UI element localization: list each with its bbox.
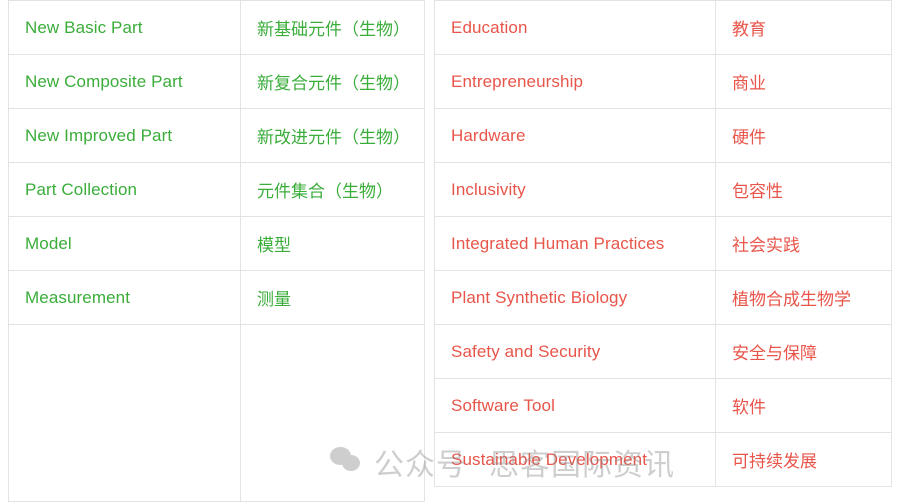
cell-text-zh: 新改进元件（生物） (257, 128, 410, 148)
right-table-container: Education 教育 Entrepreneurship 商业 Hardwar… (434, 0, 892, 487)
cell-text-zh: 硬件 (732, 128, 766, 148)
left-table-body: New Basic Part 新基础元件（生物） New Composite P… (8, 0, 425, 502)
cell-text-en: Sustainable Development (451, 449, 648, 469)
category-name-en: New Basic Part (8, 0, 241, 55)
category-name-en: New Improved Part (8, 108, 241, 163)
cell-text-en: New Basic Part (25, 17, 143, 37)
table-row-empty (8, 324, 425, 502)
category-name-zh: 植物合成生物学 (715, 270, 892, 325)
cell-text-zh: 社会实践 (732, 236, 800, 256)
category-name-zh: 模型 (240, 216, 425, 271)
category-name-en: Plant Synthetic Biology (434, 270, 716, 325)
table-row[interactable]: Part Collection 元件集合（生物） (8, 162, 425, 217)
table-row[interactable]: Sustainable Development 可持续发展 (434, 432, 892, 487)
cell-text-zh: 植物合成生物学 (732, 290, 851, 310)
category-name-en: Part Collection (8, 162, 241, 217)
table-row[interactable]: New Composite Part 新复合元件（生物） (8, 54, 425, 109)
category-name-zh: 包容性 (715, 162, 892, 217)
cell-text-en: Hardware (451, 125, 526, 145)
table-row[interactable]: Model 模型 (8, 216, 425, 271)
category-name-en: Inclusivity (434, 162, 716, 217)
cell-text-zh: 商业 (732, 74, 766, 94)
project-categories-table: Education 教育 Entrepreneurship 商业 Hardwar… (434, 0, 892, 487)
category-name-zh: 硬件 (715, 108, 892, 163)
cell-text-en: Plant Synthetic Biology (451, 287, 628, 307)
parts-categories-table: New Basic Part 新基础元件（生物） New Composite P… (8, 0, 425, 502)
category-name-en: New Composite Part (8, 54, 241, 109)
cell-text-en: Education (451, 17, 528, 37)
table-row[interactable]: Safety and Security 安全与保障 (434, 324, 892, 379)
table-row[interactable]: Education 教育 (434, 0, 892, 55)
table-row[interactable]: Inclusivity 包容性 (434, 162, 892, 217)
cell-text-zh: 模型 (257, 236, 291, 256)
left-table-container: New Basic Part 新基础元件（生物） New Composite P… (8, 0, 425, 502)
category-name-en: Measurement (8, 270, 241, 325)
cell-text-en: Part Collection (25, 179, 138, 199)
category-name-zh: 新复合元件（生物） (240, 54, 425, 109)
category-name-en: Entrepreneurship (434, 54, 716, 109)
table-row[interactable]: Integrated Human Practices 社会实践 (434, 216, 892, 271)
category-name-zh: 可持续发展 (715, 432, 892, 487)
cell-text-en: Safety and Security (451, 341, 601, 361)
category-name-zh: 新改进元件（生物） (240, 108, 425, 163)
category-name-en: Safety and Security (434, 324, 716, 379)
cell-text-zh: 新复合元件（生物） (257, 74, 410, 94)
cell-text-zh: 新基础元件（生物） (257, 20, 410, 40)
cell-text-en: Integrated Human Practices (451, 233, 665, 253)
cell-text-en: Measurement (25, 287, 131, 307)
category-name-en: Hardware (434, 108, 716, 163)
cell-text-en: New Composite Part (25, 71, 183, 91)
category-name-en: Model (8, 216, 241, 271)
cell-text-en: Entrepreneurship (451, 71, 584, 91)
category-name-zh: 测量 (240, 270, 425, 325)
table-row[interactable]: New Basic Part 新基础元件（生物） (8, 0, 425, 55)
cell-text-zh: 包容性 (732, 182, 783, 202)
cell-text-zh: 教育 (732, 20, 766, 40)
right-table-body: Education 教育 Entrepreneurship 商业 Hardwar… (434, 0, 892, 487)
category-name-zh: 新基础元件（生物） (240, 0, 425, 55)
cell-text-zh: 可持续发展 (732, 452, 817, 472)
category-name-zh: 商业 (715, 54, 892, 109)
cell-text-zh: 元件集合（生物） (257, 182, 393, 202)
category-name-zh: 软件 (715, 378, 892, 433)
table-row[interactable]: Measurement 测量 (8, 270, 425, 325)
category-name-zh: 元件集合（生物） (240, 162, 425, 217)
table-row[interactable]: Software Tool 软件 (434, 378, 892, 433)
category-name-zh: 安全与保障 (715, 324, 892, 379)
category-name-zh: 教育 (715, 0, 892, 55)
cell-text-en: Inclusivity (451, 179, 526, 199)
category-name-en: Sustainable Development (434, 432, 716, 487)
cell-text-zh: 安全与保障 (732, 344, 817, 364)
cell-text-en: New Improved Part (25, 125, 173, 145)
category-name-en: Software Tool (434, 378, 716, 433)
category-name-en: Integrated Human Practices (434, 216, 716, 271)
empty-cell-right (240, 324, 425, 502)
table-row[interactable]: Entrepreneurship 商业 (434, 54, 892, 109)
category-name-zh: 社会实践 (715, 216, 892, 271)
page-root: New Basic Part 新基础元件（生物） New Composite P… (0, 0, 901, 504)
empty-cell-left (8, 324, 241, 502)
table-row[interactable]: New Improved Part 新改进元件（生物） (8, 108, 425, 163)
cell-text-en: Model (25, 233, 72, 253)
cell-text-zh: 软件 (732, 398, 766, 418)
cell-text-zh: 测量 (257, 290, 291, 310)
cell-text-en: Software Tool (451, 395, 555, 415)
category-name-en: Education (434, 0, 716, 55)
table-row[interactable]: Plant Synthetic Biology 植物合成生物学 (434, 270, 892, 325)
table-row[interactable]: Hardware 硬件 (434, 108, 892, 163)
